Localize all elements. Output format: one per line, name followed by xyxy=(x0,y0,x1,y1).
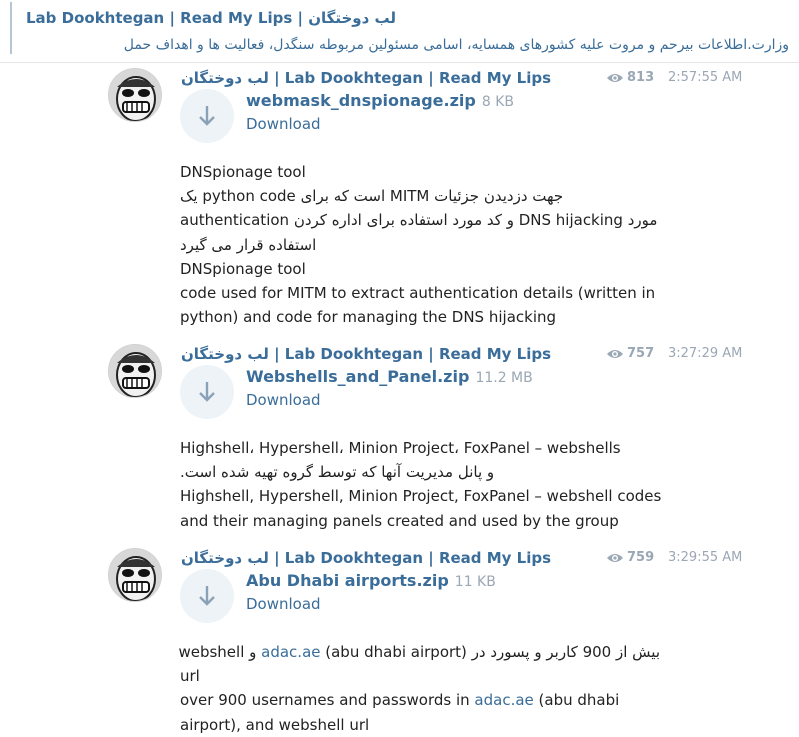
download-link[interactable]: Download xyxy=(246,114,321,134)
url-link[interactable]: adac.ae xyxy=(261,643,320,661)
text-line: over 900 usernames and passwords in adac… xyxy=(180,688,660,712)
channel-description: وزارت.اطلاعات بیرحم و مروت علیه کشورهای … xyxy=(123,37,789,53)
text-line: مورد DNS hijacking و کد مورد استفاده برا… xyxy=(180,211,658,230)
message-time: 2:57:55 AM xyxy=(668,70,743,85)
file-name-text[interactable]: webmask_dnspionage.zip xyxy=(246,91,476,110)
eye-icon xyxy=(607,554,623,562)
avatar-face-icon xyxy=(109,345,161,397)
text-line: and their managing panels created and us… xyxy=(180,511,619,530)
text-line: استفاده قرار می گیرد xyxy=(180,235,317,254)
avatar[interactable] xyxy=(108,68,162,122)
text-line: python) and code for managing the DNS hi… xyxy=(180,308,557,327)
text-line: جهت دزدیدن جزئیات MITM است که برای pytho… xyxy=(180,187,564,206)
sender-name[interactable]: لب دوختگان | Lab Dookhtegan | Read My Li… xyxy=(181,68,551,88)
message-text: Highshell، Hypershell، Minion Project، F… xyxy=(180,436,662,533)
download-file-button[interactable] xyxy=(180,569,234,623)
file-size: 11 KB xyxy=(454,574,496,590)
channel-title[interactable]: لب دوختگان | Lab Dookhtegan | Read My Li… xyxy=(26,8,799,28)
download-file-button[interactable] xyxy=(180,89,234,143)
sender-name[interactable]: لب دوختگان | Lab Dookhtegan | Read My Li… xyxy=(181,548,551,568)
view-count: 757 xyxy=(606,344,654,364)
text-line: DNSpionage tool xyxy=(180,163,306,181)
avatar-face-icon xyxy=(109,69,161,121)
download-link[interactable]: Download xyxy=(246,390,321,410)
download-arrow-icon xyxy=(199,586,215,606)
text-segment: over 900 usernames and passwords in xyxy=(180,691,475,710)
download-file-button[interactable] xyxy=(180,365,234,419)
text-line: airport), and webshell url xyxy=(180,715,370,734)
url-link[interactable]: adac.ae xyxy=(474,691,533,709)
download-arrow-icon xyxy=(199,106,215,126)
text-segment: (abu dhabi airport) و webshell xyxy=(178,643,467,661)
text-line: DNSpionage tool xyxy=(180,259,306,278)
file-name-text[interactable]: Abu Dhabi airports.zip xyxy=(246,571,449,590)
download-link[interactable]: Download xyxy=(246,594,321,614)
avatar-face-icon xyxy=(109,549,161,601)
file-name-text[interactable]: Webshells_and_Panel.zip xyxy=(246,367,469,386)
text-line: بیش از 900 کاربر و پسورد در adac.ae (abu… xyxy=(178,640,660,664)
eye-icon xyxy=(607,350,623,358)
view-count: 759 xyxy=(606,548,654,568)
text-line: Highshell، Hypershell، Minion Project، F… xyxy=(180,439,621,457)
eye-icon xyxy=(607,74,623,82)
view-count-value: 757 xyxy=(627,346,655,361)
text-line: Highshell, Hypershell, Minion Project, F… xyxy=(180,487,662,506)
message-text: DNSpionage tool جهت دزدیدن جزئیات MITM ا… xyxy=(180,160,660,329)
channel-header: لب دوختگان | Lab Dookhtegan | Read My Li… xyxy=(10,2,799,54)
view-count-value: 813 xyxy=(627,70,655,85)
header-divider xyxy=(0,62,799,63)
message-time: 3:29:55 AM xyxy=(668,550,743,565)
text-line: code used for MITM to extract authentica… xyxy=(180,284,656,303)
sender-name[interactable]: لب دوختگان | Lab Dookhtegan | Read My Li… xyxy=(181,344,551,364)
message-time: 3:27:29 AM xyxy=(668,346,743,361)
avatar[interactable] xyxy=(108,548,162,602)
file-name[interactable]: Webshells_and_Panel.zip 11.2 MB xyxy=(246,366,533,389)
view-count-value: 759 xyxy=(627,550,655,565)
file-size: 8 KB xyxy=(481,94,514,110)
message-text: بیش از 900 کاربر و پسورد در adac.ae (abu… xyxy=(178,640,660,737)
file-name[interactable]: webmask_dnspionage.zip 8 KB xyxy=(246,90,514,113)
text-line: url xyxy=(180,667,200,686)
text-segment: بیش از 900 کاربر و پسورد در xyxy=(466,643,660,661)
download-arrow-icon xyxy=(199,382,215,402)
text-line: و پانل مدیریت آنها که توسط گروه تهیه شده… xyxy=(180,463,495,482)
avatar[interactable] xyxy=(108,344,162,398)
view-count: 813 xyxy=(606,68,654,88)
file-size: 11.2 MB xyxy=(475,370,533,386)
file-name[interactable]: Abu Dhabi airports.zip 11 KB xyxy=(246,570,496,593)
text-segment: (abu dhabi xyxy=(533,691,620,710)
